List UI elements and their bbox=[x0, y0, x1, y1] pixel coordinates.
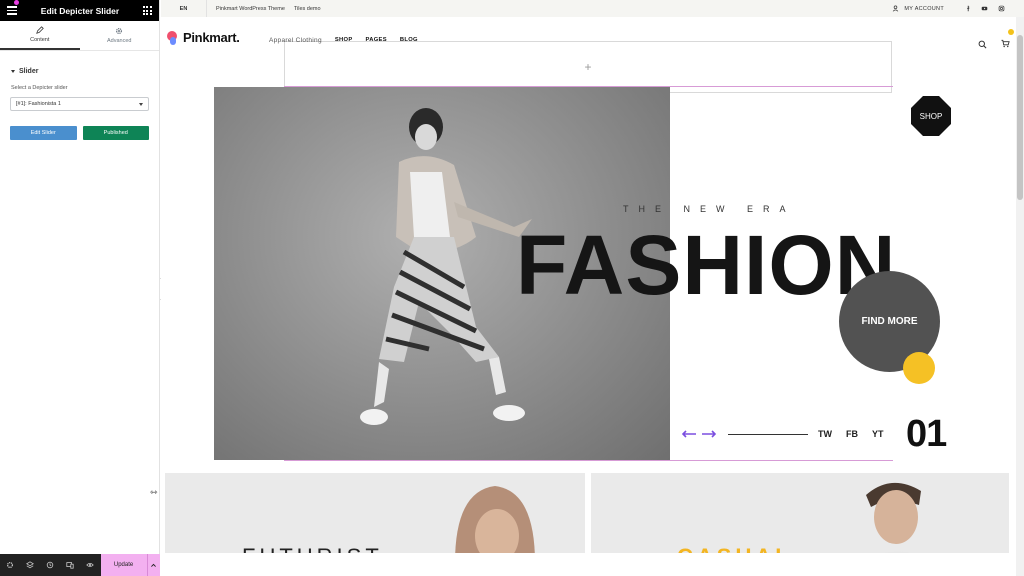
nav-item-shop[interactable]: SHOP bbox=[335, 37, 353, 44]
topbar-right: MY ACCOUNT bbox=[892, 5, 1024, 12]
social-link-tw[interactable]: TW bbox=[818, 429, 832, 439]
tile-casual[interactable]: CASUAL bbox=[591, 473, 1009, 563]
cart-count-badge bbox=[1008, 29, 1014, 35]
shop-badge[interactable]: SHOP bbox=[911, 96, 951, 136]
hero-headline: FASHION bbox=[516, 218, 897, 312]
layers-icon[interactable] bbox=[20, 554, 40, 576]
select-label: Select a Depicter slider bbox=[11, 85, 68, 91]
panel-title: Edit Depicter Slider bbox=[40, 5, 120, 16]
topbar-link-theme[interactable]: Pinkmart WordPress Theme bbox=[216, 6, 285, 12]
my-account-link[interactable]: MY ACCOUNT bbox=[892, 5, 944, 12]
tab-content[interactable]: Content bbox=[0, 21, 80, 50]
arrow-right-icon[interactable] bbox=[701, 430, 717, 438]
panel-footer: Update bbox=[0, 554, 160, 576]
nav-item-blog[interactable]: BLOG bbox=[400, 37, 418, 44]
panel-tabs: Content Advanced bbox=[0, 21, 159, 51]
add-widget-icon[interactable]: + bbox=[584, 60, 591, 74]
social-link-yt[interactable]: YT bbox=[872, 429, 884, 439]
preview-bottom-gap bbox=[161, 553, 1016, 576]
preview-eye-icon[interactable] bbox=[80, 554, 100, 576]
hero-eyebrow: THE NEW ERA bbox=[623, 204, 796, 214]
logo-text: Pinkmart. bbox=[183, 30, 240, 45]
edit-slider-button[interactable]: Edit Slider bbox=[10, 126, 77, 140]
tile-model-image bbox=[861, 482, 936, 563]
decorative-dot bbox=[903, 352, 935, 384]
editor-panel: Edit Depicter Slider Content Advanced Sl… bbox=[0, 0, 160, 576]
gear-icon bbox=[116, 27, 123, 35]
caret-down-icon bbox=[11, 70, 15, 73]
hero-divider bbox=[728, 434, 808, 435]
logo-mark-icon bbox=[167, 30, 178, 45]
slider-select-value: [#1]: Fashionista 1 bbox=[16, 101, 61, 107]
hero-slider: SHOP THE NEW ERA FASHION FIND MORE TW FB… bbox=[214, 86, 951, 461]
site-logo[interactable]: Pinkmart. bbox=[167, 30, 240, 45]
notification-dot bbox=[14, 0, 19, 6]
update-button[interactable]: Update bbox=[100, 554, 147, 576]
resize-cursor-icon: ⇿ bbox=[150, 487, 158, 497]
section-title: Slider bbox=[19, 68, 39, 75]
widgets-grid-icon[interactable] bbox=[142, 6, 152, 15]
preview-scrollbar[interactable] bbox=[1016, 17, 1024, 576]
hero-socials: TW FB YT bbox=[818, 429, 884, 439]
section-slider-toggle[interactable]: Slider bbox=[0, 51, 159, 85]
button-row: Edit Slider Published bbox=[10, 126, 149, 140]
panel-header: Edit Depicter Slider bbox=[0, 0, 159, 21]
user-icon bbox=[893, 5, 899, 12]
slider-select[interactable]: [#1]: Fashionista 1 bbox=[10, 97, 149, 111]
chevron-down-icon bbox=[139, 102, 143, 106]
tile-model-image bbox=[455, 486, 535, 563]
settings-icon[interactable] bbox=[0, 554, 20, 576]
nav-tagline: Apparel Clothing bbox=[269, 37, 322, 44]
responsive-icon[interactable] bbox=[60, 554, 80, 576]
language-switcher[interactable]: EN bbox=[161, 0, 207, 17]
menu-icon[interactable] bbox=[7, 0, 19, 15]
my-account-label: MY ACCOUNT bbox=[904, 5, 944, 12]
instagram-icon[interactable] bbox=[998, 5, 1005, 12]
cart-icon bbox=[1001, 39, 1010, 48]
chevron-up-icon bbox=[151, 563, 157, 567]
topbar: EN Pinkmart WordPress Theme Tiles demo M… bbox=[161, 0, 1024, 17]
arrow-left-icon[interactable] bbox=[681, 430, 697, 438]
facebook-icon[interactable] bbox=[964, 5, 971, 12]
tab-advanced[interactable]: Advanced bbox=[80, 21, 160, 50]
youtube-icon[interactable] bbox=[981, 5, 988, 12]
tab-content-label: Content bbox=[30, 37, 50, 43]
pencil-icon bbox=[35, 26, 44, 34]
header-icons bbox=[978, 29, 1014, 53]
slide-number: 01 bbox=[906, 413, 947, 455]
search-icon[interactable] bbox=[978, 40, 987, 49]
tab-advanced-label: Advanced bbox=[107, 38, 132, 44]
hero-border-bottom bbox=[284, 460, 893, 461]
slider-arrows bbox=[681, 430, 717, 438]
topbar-link-demo[interactable]: Tiles demo bbox=[294, 6, 321, 12]
scrollbar-thumb[interactable] bbox=[1017, 35, 1023, 200]
history-icon[interactable] bbox=[40, 554, 60, 576]
tile-futurist[interactable]: FUTURIST bbox=[165, 473, 585, 563]
published-button[interactable]: Published bbox=[82, 126, 149, 140]
site-preview: EN Pinkmart WordPress Theme Tiles demo M… bbox=[161, 0, 1024, 576]
app-root: Edit Depicter Slider Content Advanced Sl… bbox=[0, 0, 1024, 576]
nav-item-pages[interactable]: PAGES bbox=[366, 37, 387, 44]
main-nav: Apparel Clothing SHOP PAGES BLOG bbox=[269, 37, 418, 44]
cart-button[interactable] bbox=[1001, 29, 1014, 53]
social-link-fb[interactable]: FB bbox=[846, 429, 858, 439]
update-options-caret[interactable] bbox=[146, 554, 160, 576]
